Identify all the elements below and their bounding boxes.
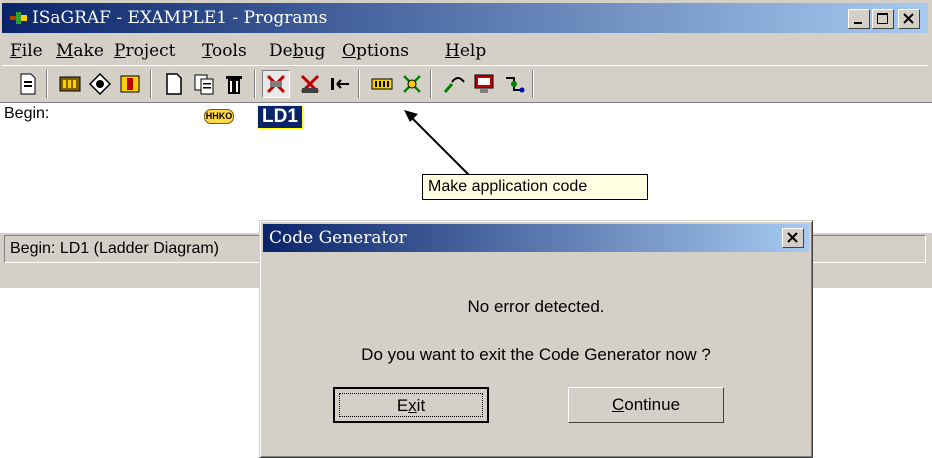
link-icon[interactable]: [328, 72, 352, 96]
menu-tools-label: ools: [212, 41, 247, 61]
toolbar: [2, 65, 928, 103]
menu-file[interactable]: File: [10, 41, 43, 61]
close-button[interactable]: [898, 9, 920, 29]
dialog-title: Code Generator: [269, 228, 407, 248]
toolbar-separator: [46, 70, 48, 98]
ladder-diagram-icon: HHKO: [204, 109, 234, 124]
variables-icon[interactable]: [118, 72, 142, 96]
menu-tools-accel: T: [202, 41, 213, 61]
close-icon: [787, 232, 798, 243]
toolbar-separator: [430, 70, 432, 98]
menu-help-label: elp: [459, 41, 487, 61]
copy-icon[interactable]: [192, 72, 216, 96]
menu-file-label: ile: [21, 41, 43, 61]
dialog-message-status: No error detected.: [467, 297, 605, 316]
menu-make[interactable]: Make: [56, 41, 104, 61]
isagraf-app-icon[interactable]: [10, 10, 28, 26]
program-item-ld1[interactable]: LD1: [257, 105, 303, 129]
dialog-message-question: Do you want to exit the Code Generator n…: [361, 345, 711, 364]
code-generator-dialog: Code Generator No error detected. Do you…: [259, 220, 813, 458]
debug-icon[interactable]: [472, 72, 496, 96]
verify-icon[interactable]: [298, 72, 322, 96]
continue-button-label: Continue: [612, 395, 680, 414]
dictionary-icon[interactable]: [58, 72, 82, 96]
menu-help-accel: H: [445, 41, 460, 61]
continue-button-accel: C: [611, 395, 625, 414]
menu-project[interactable]: Project: [114, 41, 176, 61]
minimize-button[interactable]: [848, 9, 870, 29]
toolbar-separator: [254, 70, 256, 98]
menu-debug[interactable]: Debug: [269, 41, 325, 61]
continue-button[interactable]: Continue: [568, 387, 724, 423]
focus-rect: [339, 393, 483, 417]
window-title: ISaGRAF - EXAMPLE1 - Programs: [32, 8, 328, 28]
menu-options-accel: O: [342, 41, 356, 61]
io-board-icon[interactable]: [370, 72, 394, 96]
menu-options[interactable]: Options: [342, 41, 409, 61]
menu-help[interactable]: Help: [445, 41, 486, 61]
menu-make-accel: M: [56, 41, 74, 61]
menu-debug-pre: De: [269, 41, 293, 61]
toolbar-separator: [358, 70, 360, 98]
menu-make-label: ake: [73, 41, 104, 61]
menu-options-label: ptions: [355, 41, 409, 61]
menu-project-label: roject: [125, 41, 176, 61]
menu-debug-label: ug: [303, 41, 326, 61]
program-list-area[interactable]: Begin: HHKO LD1: [0, 102, 932, 233]
maximize-icon: [877, 13, 888, 24]
dialog-close-button[interactable]: [782, 228, 804, 248]
menu-file-accel: F: [10, 41, 22, 61]
menu-tools[interactable]: Tools: [202, 41, 247, 61]
title-bar[interactable]: ISaGRAF - EXAMPLE1 - Programs: [2, 3, 928, 33]
toolbar-separator: [532, 70, 534, 98]
connect-icon[interactable]: [442, 72, 466, 96]
io-connection-icon[interactable]: [88, 72, 112, 96]
toolbar-separator: [150, 70, 152, 98]
new-program-icon[interactable]: [162, 72, 186, 96]
section-begin-label: Begin:: [4, 105, 50, 122]
maximize-button[interactable]: [872, 9, 894, 29]
continue-button-rest: ontinue: [624, 395, 681, 414]
dialog-title-bar[interactable]: Code Generator: [263, 224, 809, 252]
minimize-icon: [854, 22, 862, 24]
menu-bar: File Make Project Tools Debug Options He…: [2, 35, 928, 65]
delete-icon[interactable]: [222, 72, 246, 96]
exit-button[interactable]: Exit: [333, 387, 489, 423]
tooltip: Make application code: [422, 174, 648, 200]
libraries-icon[interactable]: [400, 72, 424, 96]
make-application-icon[interactable]: [262, 70, 290, 98]
simulate-icon[interactable]: [502, 72, 526, 96]
document-icon[interactable]: [16, 72, 40, 96]
menu-project-accel: P: [114, 41, 126, 61]
menu-debug-accel: b: [292, 41, 304, 61]
close-icon: [903, 13, 914, 24]
